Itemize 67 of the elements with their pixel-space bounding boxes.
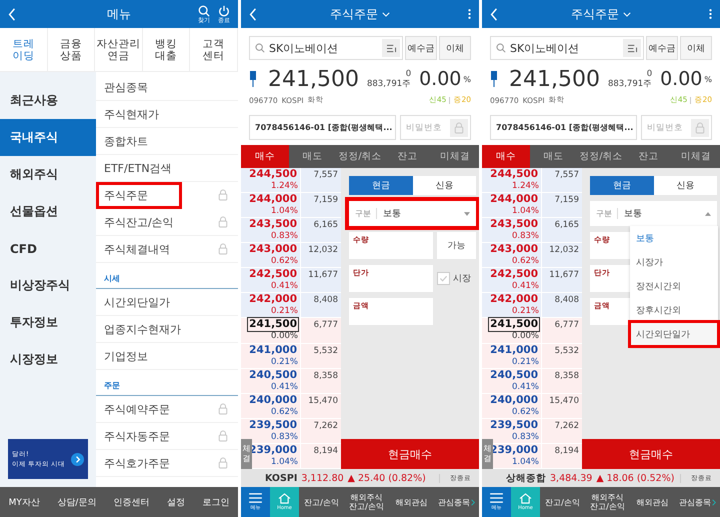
quote-rate: 0.00% bbox=[512, 331, 539, 342]
quote-quantity: 7,262 bbox=[312, 420, 339, 433]
quote-quantity: 11,677 bbox=[307, 269, 339, 282]
quote-rate: 0.83% bbox=[270, 231, 298, 242]
quote-quantity: 11,677 bbox=[548, 269, 580, 282]
quote-rate: 0.41% bbox=[270, 281, 298, 292]
current-price: 241,500 bbox=[268, 66, 359, 92]
quote-rate: 0.62% bbox=[270, 256, 298, 268]
change-rate: 0.00 bbox=[419, 68, 462, 90]
quote-quantity: 6,165 bbox=[554, 219, 580, 232]
quote-quantity: 5,532 bbox=[312, 344, 339, 358]
quote-rate: 1.04% bbox=[512, 456, 539, 468]
index-change: ▲ 25.40 (0.82%) bbox=[348, 472, 426, 484]
quote-rate: 0.21% bbox=[512, 356, 539, 368]
quote-rate: 1.04% bbox=[270, 206, 298, 218]
quote-quantity: 7,159 bbox=[554, 194, 580, 208]
index-name: KOSPI bbox=[265, 472, 298, 484]
volume-change: 0 bbox=[646, 69, 652, 79]
quote-rate: 0.83% bbox=[512, 231, 539, 242]
quote-quantity: 15,470 bbox=[548, 394, 580, 408]
quote-rate: 0.62% bbox=[512, 406, 539, 418]
quote-quantity: 7,159 bbox=[312, 194, 339, 208]
trade-volume: 883,791주 bbox=[608, 79, 652, 89]
quote-rate: 1.04% bbox=[512, 206, 539, 218]
section-heading: 주문 bbox=[96, 370, 238, 396]
quote-rate: 1.24% bbox=[512, 181, 539, 192]
change-rate: 0.00 bbox=[660, 68, 702, 90]
quote-rate: 0.21% bbox=[512, 306, 539, 318]
quote-rate: 0.00% bbox=[270, 331, 298, 342]
quote-rate: 0.41% bbox=[512, 281, 539, 292]
quote-quantity: 7,262 bbox=[554, 420, 580, 433]
percent-unit: % bbox=[463, 74, 471, 84]
quote-quantity: 8,408 bbox=[554, 294, 580, 308]
index-name: 상해종합 bbox=[506, 472, 546, 484]
percent-unit: % bbox=[704, 74, 712, 84]
quote-quantity: 8,358 bbox=[554, 370, 580, 383]
quote-quantity: 7,557 bbox=[312, 169, 339, 182]
volume-change: 0 bbox=[406, 69, 412, 79]
quote-quantity: 8,194 bbox=[554, 444, 580, 458]
quote-quantity: 6,777 bbox=[554, 319, 580, 332]
quote-quantity: 7,557 bbox=[554, 169, 580, 182]
quote-quantity: 6,777 bbox=[312, 319, 339, 332]
quote-quantity: 5,532 bbox=[554, 344, 580, 358]
quote-rate: 1.24% bbox=[270, 181, 298, 192]
trade-volume: 883,791주 bbox=[366, 79, 412, 89]
index-change: ▲ 18.06 (0.52%) bbox=[596, 472, 674, 484]
quote-rate: 0.41% bbox=[270, 382, 298, 393]
quote-rate: 0.21% bbox=[270, 306, 298, 318]
quote-rate: 0.41% bbox=[512, 382, 539, 393]
current-price: 241,500 bbox=[509, 66, 600, 92]
quote-rate: 0.83% bbox=[270, 432, 298, 443]
quote-rate: 0.62% bbox=[270, 406, 298, 418]
index-value: 3,112.80 bbox=[301, 472, 344, 484]
quote-rate: 0.62% bbox=[512, 256, 539, 268]
quote-quantity: 12,032 bbox=[307, 244, 339, 258]
quote-rate: 0.83% bbox=[512, 432, 539, 443]
quote-rate: 0.21% bbox=[270, 356, 298, 368]
quote-quantity: 12,032 bbox=[548, 244, 580, 258]
quote-quantity: 6,165 bbox=[312, 219, 339, 232]
quote-quantity: 8,408 bbox=[312, 294, 339, 308]
index-value: 3,484.39 bbox=[550, 472, 592, 484]
quote-quantity: 8,358 bbox=[312, 370, 339, 383]
quote-rate: 1.04% bbox=[270, 456, 298, 468]
quote-quantity: 15,470 bbox=[307, 394, 339, 408]
quote-quantity: 8,194 bbox=[312, 444, 339, 458]
section-heading: 시세 bbox=[96, 263, 238, 289]
screen-title: 메뉴 bbox=[107, 6, 131, 22]
